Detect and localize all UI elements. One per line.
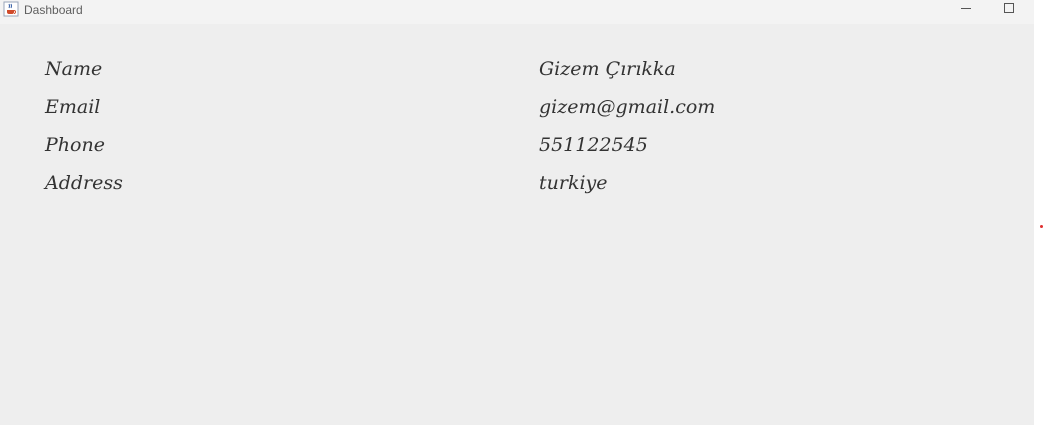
title-bar[interactable]: Dashboard xyxy=(0,0,1034,24)
java-cup-icon xyxy=(3,1,19,17)
email-row: Email gizem@gmail.com xyxy=(0,96,1034,134)
phone-row: Phone 551122545 xyxy=(0,134,1034,172)
maximize-button[interactable] xyxy=(987,0,1031,20)
email-label: Email xyxy=(45,96,101,118)
phone-label: Phone xyxy=(45,134,105,156)
address-value: turkiye xyxy=(539,172,608,194)
address-row: Address turkiye xyxy=(0,172,1034,210)
window-title: Dashboard xyxy=(24,3,83,17)
dashboard-window: Dashboard Name Gizem Çırıkka Email gizem… xyxy=(0,0,1034,425)
red-dot-marker xyxy=(1040,225,1043,228)
name-value: Gizem Çırıkka xyxy=(539,58,676,80)
minimize-button[interactable] xyxy=(943,0,987,20)
dashboard-content: Name Gizem Çırıkka Email gizem@gmail.com… xyxy=(0,24,1034,425)
phone-value: 551122545 xyxy=(539,134,648,156)
minimize-icon xyxy=(961,8,971,9)
name-row: Name Gizem Çırıkka xyxy=(0,58,1034,96)
email-value: gizem@gmail.com xyxy=(539,96,716,118)
address-label: Address xyxy=(45,172,123,194)
maximize-icon xyxy=(1004,3,1014,13)
name-label: Name xyxy=(45,58,103,80)
